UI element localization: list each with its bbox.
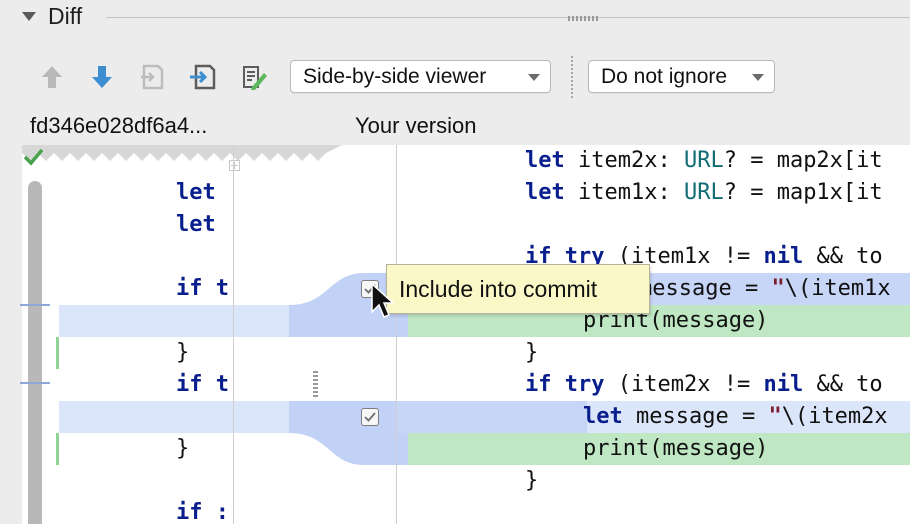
- left-code-line: }: [176, 436, 190, 461]
- left-code-line: let: [176, 180, 216, 205]
- header-divider: [106, 17, 910, 18]
- whitespace-mode-select[interactable]: Do not ignore: [588, 60, 775, 93]
- vertical-scrollbar[interactable]: [28, 181, 42, 524]
- viewer-mode-select[interactable]: Side-by-side viewer: [290, 60, 551, 93]
- next-difference-button[interactable]: [88, 62, 116, 92]
- checkmark-icon: [22, 147, 44, 167]
- arrow-up-icon: [39, 63, 65, 91]
- diff-connectors: [289, 273, 410, 465]
- edit-annotate-icon: [240, 63, 268, 91]
- right-code-line: let item1x: URL? = map1x[it: [525, 180, 883, 205]
- collapse-triangle-icon[interactable]: [22, 12, 36, 21]
- left-change-band: [59, 305, 234, 337]
- include-into-commit-tooltip: Include into commit: [386, 264, 650, 314]
- jump-to-source-button[interactable]: [138, 62, 166, 92]
- diff-panel-header: Diff: [0, 0, 910, 36]
- right-code-line: }: [525, 468, 539, 493]
- panel-title: Diff: [48, 3, 83, 29]
- chevron-down-icon: [528, 74, 540, 81]
- viewer-mode-value: Side-by-side viewer: [303, 64, 487, 88]
- diff-editor[interactable]: let let if t } if t } if : let item2x: U…: [0, 145, 910, 524]
- toolbar-separator: [571, 56, 573, 100]
- left-revision-label: fd346e028df6a4...: [30, 113, 208, 138]
- right-code-line: print(message): [583, 436, 769, 461]
- splitter-grip-icon[interactable]: [313, 371, 318, 399]
- left-code-line: if t: [176, 372, 229, 397]
- pane-divider: [233, 145, 234, 524]
- mouse-pointer-icon: [371, 282, 395, 328]
- jump-to-source-icon: [138, 63, 166, 91]
- left-code-line: }: [176, 340, 190, 365]
- arrow-down-icon: [89, 63, 115, 91]
- chevron-down-icon: [752, 74, 764, 81]
- whitespace-mode-value: Do not ignore: [601, 64, 728, 88]
- left-code-line: if t: [176, 276, 229, 301]
- right-revision-label: Your version: [355, 113, 477, 138]
- pane-divider[interactable]: [396, 145, 397, 524]
- right-code-line: }: [525, 340, 539, 365]
- right-change-band: [397, 401, 587, 433]
- left-change-band: [59, 401, 234, 433]
- open-in-editor-icon: [188, 63, 216, 91]
- left-code-line: let: [176, 212, 216, 237]
- change-marker: [20, 304, 50, 306]
- right-code-line: let message = "\(item2x: [583, 404, 888, 429]
- right-code-line: let item2x: URL? = map2x[it: [525, 148, 883, 173]
- resize-grip-icon[interactable]: [568, 16, 598, 21]
- previous-difference-button[interactable]: [38, 62, 66, 92]
- change-marker: [56, 337, 59, 369]
- annotate-button[interactable]: [240, 62, 268, 92]
- left-code-line: if :: [176, 500, 229, 524]
- open-in-editor-button[interactable]: [188, 62, 216, 92]
- left-gutter: [0, 145, 22, 524]
- change-marker: [56, 433, 59, 465]
- right-code-line: if try (item2x != nil && to: [525, 372, 883, 397]
- change-marker: [20, 382, 50, 384]
- include-change-checkbox[interactable]: [361, 408, 379, 426]
- right-code-line: message = "\(item1x: [639, 276, 891, 301]
